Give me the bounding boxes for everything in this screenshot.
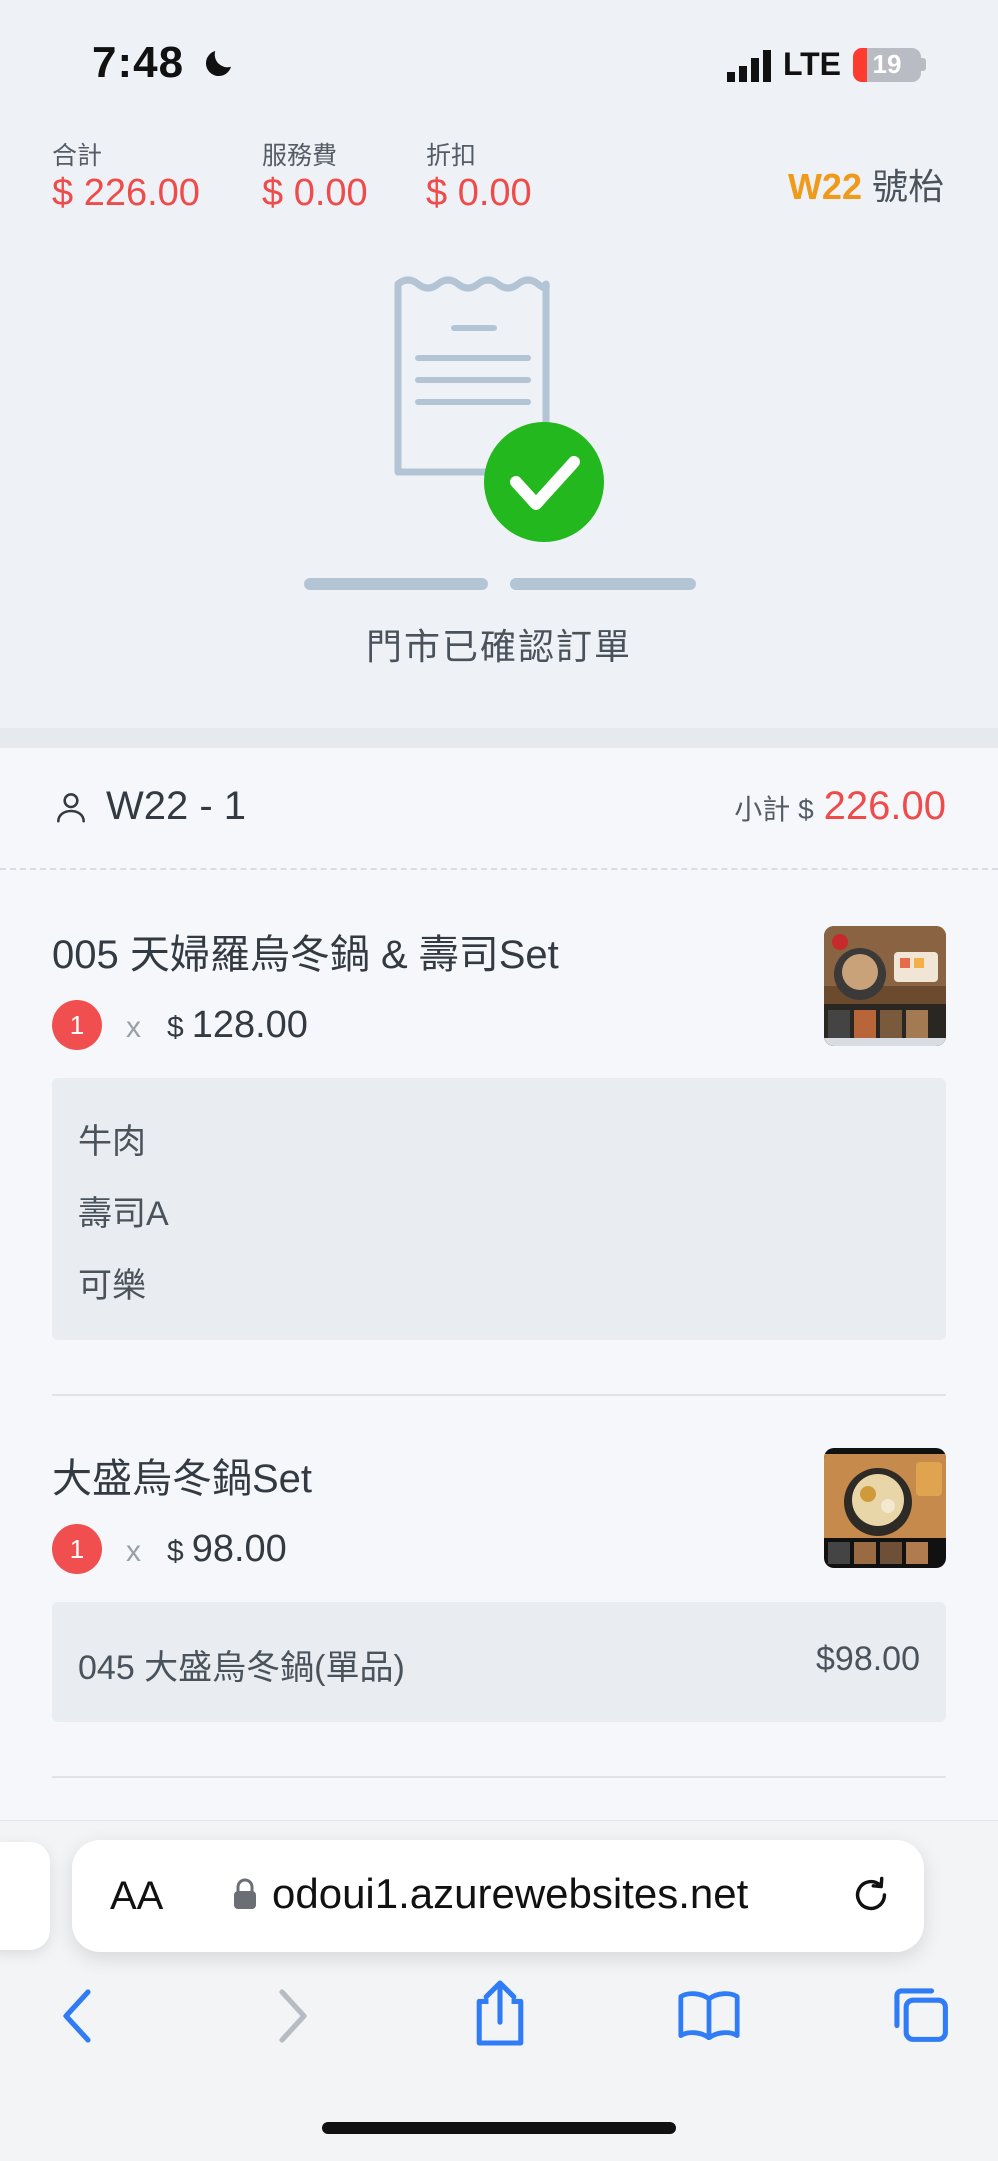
bookmarks-icon[interactable] xyxy=(676,1988,742,2040)
item-divider xyxy=(52,1394,946,1396)
home-indicator xyxy=(322,2122,676,2134)
option-item: 牛肉 xyxy=(78,1123,146,1161)
seat-label: W22 - 1 xyxy=(106,784,247,828)
item-options: 牛肉 壽司A 可樂 xyxy=(52,1078,946,1340)
table-code: W22 xyxy=(787,166,862,207)
item-name: 005 天婦羅烏冬鍋 & 壽司Set xyxy=(52,933,559,977)
total-label: 合計 xyxy=(52,142,103,170)
table-suffix: 號枱 xyxy=(871,166,944,207)
item-price-value: 98.00 xyxy=(191,1528,287,1570)
item-options: 045 大盛烏冬鍋(單品) $98.00 xyxy=(52,1602,946,1722)
times-symbol: x xyxy=(126,1535,141,1568)
item-price-row: x $98.00 xyxy=(126,1528,287,1571)
share-icon[interactable] xyxy=(470,1978,530,2048)
item-thumbnail[interactable] xyxy=(824,1448,946,1568)
item-price-row: x $128.00 xyxy=(126,1004,308,1047)
url-text: odoui1.azurewebsites.net xyxy=(272,1870,749,1917)
reader-settings-button[interactable]: AA xyxy=(110,1874,163,1919)
item-divider xyxy=(52,1776,946,1778)
sub-item-name: 045 大盛烏冬鍋(單品) xyxy=(78,1649,405,1687)
receipt-confirmed-icon xyxy=(304,276,696,590)
option-item: 可樂 xyxy=(78,1267,146,1305)
times-symbol: x xyxy=(126,1011,141,1044)
item-price-value: 128.00 xyxy=(191,1004,308,1046)
lock-icon xyxy=(234,1878,256,1909)
battery-level: 19 xyxy=(872,49,902,79)
battery-icon: 19 xyxy=(853,47,921,82)
item-price: $128.00 xyxy=(167,1004,308,1047)
network-label: LTE xyxy=(782,46,841,82)
discount-block: 折扣 $ 0.00 xyxy=(426,136,532,215)
option-item: 壽司A xyxy=(78,1195,169,1233)
previous-tab-preview[interactable] xyxy=(0,1842,50,1950)
status-time: 7:48 xyxy=(92,38,237,88)
seat-row: W22 - 1 xyxy=(52,784,246,829)
discount-value: $ 0.00 xyxy=(426,172,532,214)
item-price: $98.00 xyxy=(167,1528,287,1571)
dashed-divider xyxy=(0,868,998,870)
reload-icon[interactable] xyxy=(848,1872,894,1918)
back-icon[interactable] xyxy=(54,1984,102,2048)
url-field[interactable]: odoui1.azurewebsites.net xyxy=(232,1870,748,1918)
section-divider xyxy=(0,728,998,748)
currency-symbol: $ xyxy=(167,1011,184,1044)
subtotal-label: 小計 $ xyxy=(734,794,814,825)
service-value: $ 0.00 xyxy=(262,172,368,214)
signal-icon xyxy=(726,48,771,82)
address-bar[interactable]: AA odoui1.azurewebsites.net xyxy=(72,1840,924,1952)
moon-icon xyxy=(206,51,232,77)
service-label: 服務費 xyxy=(262,142,338,170)
service-block: 服務費 $ 0.00 xyxy=(262,136,368,215)
total-value: $ 226.00 xyxy=(52,172,200,214)
table-number: W22 號枱 xyxy=(788,158,944,210)
quantity-badge: 1 xyxy=(52,1000,102,1050)
item-name: 大盛烏冬鍋Set xyxy=(52,1457,313,1501)
tabs-icon[interactable] xyxy=(890,1984,950,2044)
user-icon xyxy=(57,792,85,823)
total-block: 合計 $ 226.00 xyxy=(52,136,200,215)
sub-item-price: $98.00 xyxy=(816,1640,920,1678)
subtotal: 小計 $ 226.00 xyxy=(734,784,946,829)
discount-label: 折扣 xyxy=(426,142,477,170)
currency-symbol: $ xyxy=(167,1535,184,1568)
confirmation-text: 門市已確認訂單 xyxy=(365,626,632,667)
subtotal-value: 226.00 xyxy=(823,784,946,828)
forward-icon[interactable] xyxy=(268,1984,316,2048)
item-thumbnail[interactable] xyxy=(824,926,946,1046)
quantity-badge: 1 xyxy=(52,1524,102,1574)
status-indicators: LTE 19 xyxy=(726,46,926,83)
